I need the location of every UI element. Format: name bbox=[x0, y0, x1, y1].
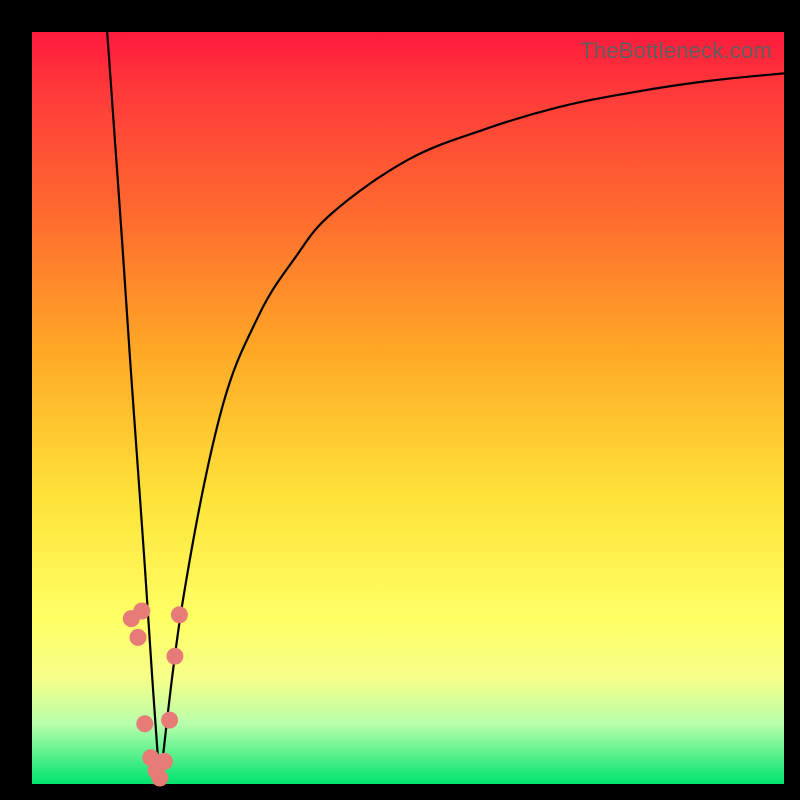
chart-stage: TheBottleneck.com bbox=[0, 0, 800, 800]
chart-svg bbox=[32, 32, 784, 784]
curve-left-branch bbox=[107, 32, 160, 784]
data-point bbox=[130, 629, 147, 646]
curve-right-branch bbox=[160, 73, 784, 784]
plot-area: TheBottleneck.com bbox=[32, 32, 784, 784]
data-point bbox=[151, 770, 168, 787]
data-point bbox=[161, 712, 178, 729]
data-point bbox=[171, 606, 188, 623]
data-point bbox=[133, 603, 150, 620]
data-point bbox=[136, 715, 153, 732]
data-point bbox=[156, 753, 173, 770]
data-point bbox=[166, 648, 183, 665]
